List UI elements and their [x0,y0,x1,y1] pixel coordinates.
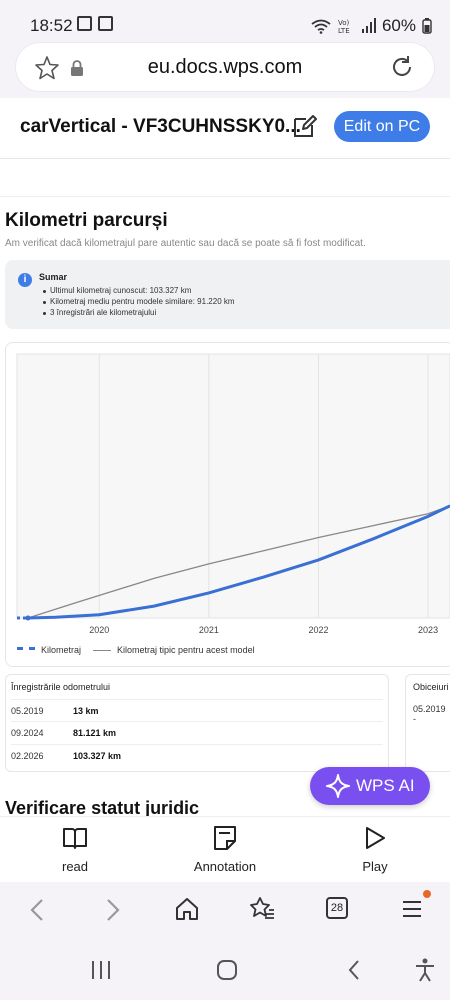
status-time: 18:52 [30,16,73,35]
odometer-table-header: Înregistrările odometrului [11,682,111,692]
tabs-button[interactable]: 28 [326,897,348,919]
status-right: Vo) LTE 60% [310,16,432,36]
lte-icon: Vo)LTE [338,19,350,34]
battery-icon [422,18,432,34]
read-button[interactable]: read [25,859,125,874]
back-nav-icon[interactable] [346,959,362,981]
info-icon: i [18,273,32,287]
table-row: 09.2024 81.121 km [11,721,383,744]
sparkle-icon [326,774,350,798]
summary-list: Ultimul kilometraj cunoscut: 103.327 km … [43,286,235,319]
mileage-chart: 2020 2021 2022 2023 [16,353,450,635]
legend-swatch-mileage [17,647,35,653]
habits-table-header: Obiceiuri [413,682,449,692]
section-heading: Kilometri parcurși [5,210,168,231]
legend-label-mileage: Kilometraj [41,645,82,655]
chart-legend: Kilometraj Kilometraj tipic pentru acest… [17,645,255,655]
gallery-icon [77,16,92,31]
row-date: 05.2019 [11,706,44,716]
notification-dot [423,890,431,898]
legend-swatch-typical [93,649,112,651]
table-row: 05.2019 13 km [11,699,383,722]
battery-percent: 60% [381,16,416,35]
menu-icon[interactable] [401,898,423,920]
wifi-icon [311,19,331,34]
status-notification-icons [77,16,113,31]
row-date: 09.2024 [11,728,44,738]
edit-on-pc-button[interactable]: Edit on PC [334,111,430,142]
svg-text:LTE: LTE [338,27,350,34]
summary-item: 3 înregistrări ale kilometrajului [43,308,235,319]
home-icon[interactable] [175,897,199,921]
x-tick-label: 2023 [418,625,438,635]
play-icon[interactable] [364,826,386,850]
section-subtitle: Am verificat dacă kilometrajul pare aute… [5,238,366,249]
book-icon[interactable] [62,826,88,850]
url-text[interactable]: eu.docs.wps.com [0,56,450,79]
x-tick-label: 2021 [199,625,219,635]
plot-area [16,353,450,619]
annotation-button[interactable]: Annotation [175,859,275,874]
svg-text:Vo): Vo) [338,19,350,27]
accessibility-icon[interactable] [414,957,436,983]
home-nav-icon[interactable] [216,959,238,981]
back-icon[interactable] [28,898,46,922]
data-point [25,615,31,621]
row-value: 81.121 km [73,728,117,738]
play-button[interactable]: Play [325,859,425,874]
reload-icon[interactable] [389,54,415,80]
row-date: 02.2026 [11,751,44,761]
bookmarks-icon[interactable] [249,896,275,922]
forward-icon[interactable] [104,898,122,922]
table-row: 02.2026 103.327 km [11,744,383,767]
legend-label-typical: Kilometraj tipic pentru acest model [117,645,255,655]
x-tick-label: 2022 [308,625,328,635]
habits-table-value: 05.2019 - [413,704,446,724]
annotation-icon[interactable] [213,825,237,851]
browser-nav-bar [0,882,450,940]
doc-title: carVertical - VF3CUHNSSKY0... [20,116,301,137]
summary-item: Kilometraj mediu pentru modele similare:… [43,297,235,306]
summary-title: Sumar [39,272,68,282]
row-value: 13 km [73,706,99,716]
summary-item: Ultimul kilometraj cunoscut: 103.327 km [43,286,235,297]
recents-icon[interactable] [90,960,112,980]
windows-icon [98,16,113,31]
edit-pencil-icon[interactable] [292,113,318,139]
divider [0,196,450,197]
signal-icon [361,18,376,33]
x-tick-label: 2020 [89,625,109,635]
row-value: 103.327 km [73,751,122,761]
